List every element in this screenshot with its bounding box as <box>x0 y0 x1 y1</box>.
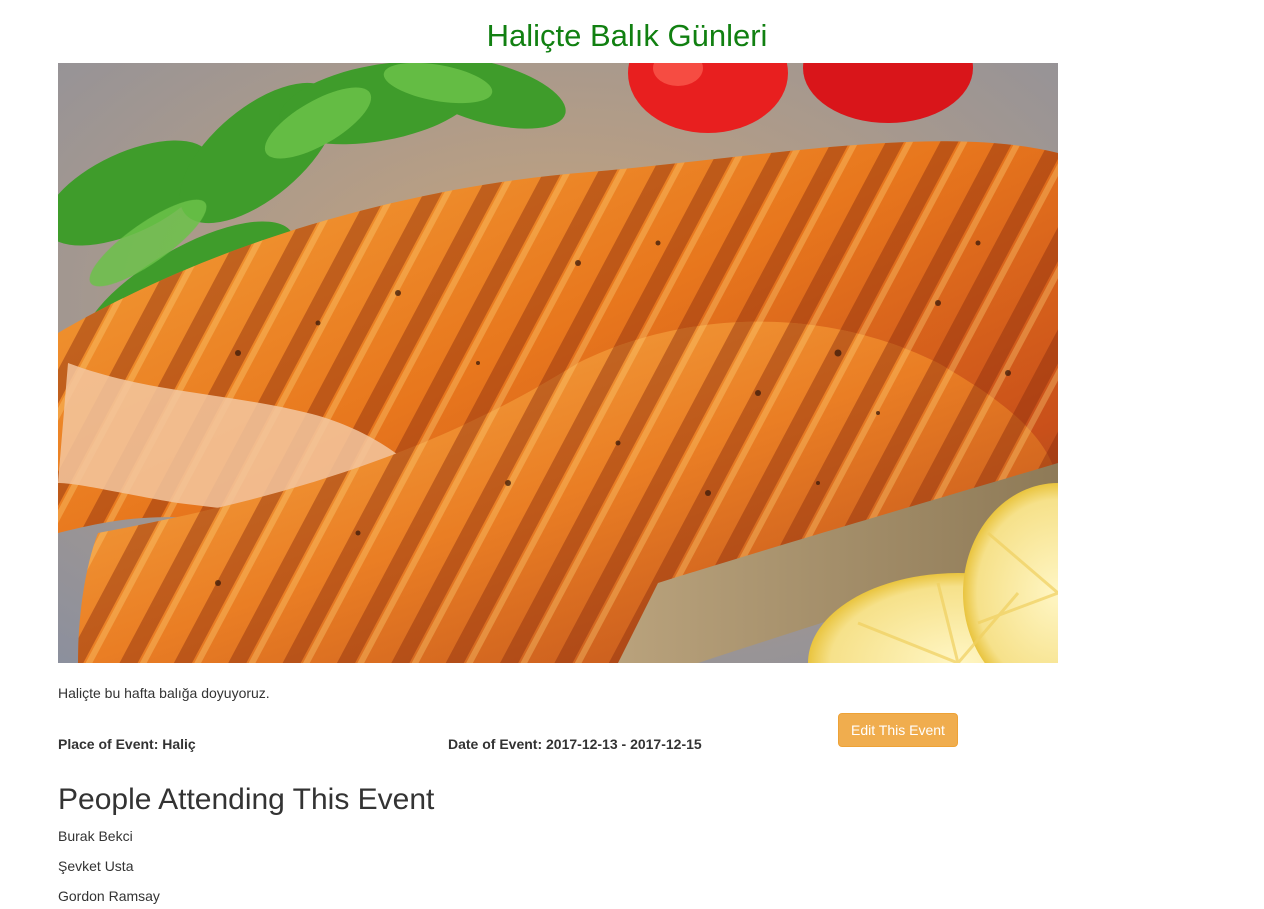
attendee-item: Şevket Usta <box>58 858 134 874</box>
attendee-item: Gordon Ramsay <box>58 888 160 904</box>
attendee-item: Burak Bekci <box>58 828 133 844</box>
event-place: Place of Event: Haliç <box>58 736 196 752</box>
attending-heading: People Attending This Event <box>58 783 435 816</box>
event-date: Date of Event: 2017-12-13 - 2017-12-15 <box>448 736 702 752</box>
event-title: Haliçte Balık Günleri <box>486 18 768 53</box>
edit-event-button[interactable]: Edit This Event <box>838 713 958 747</box>
event-image <box>58 63 1058 663</box>
event-detail-page: Haliçte Balık Günleri Haliçte bu hafta b… <box>0 0 1264 909</box>
event-description: Haliçte bu hafta balığa doyuyoruz. <box>58 685 270 701</box>
